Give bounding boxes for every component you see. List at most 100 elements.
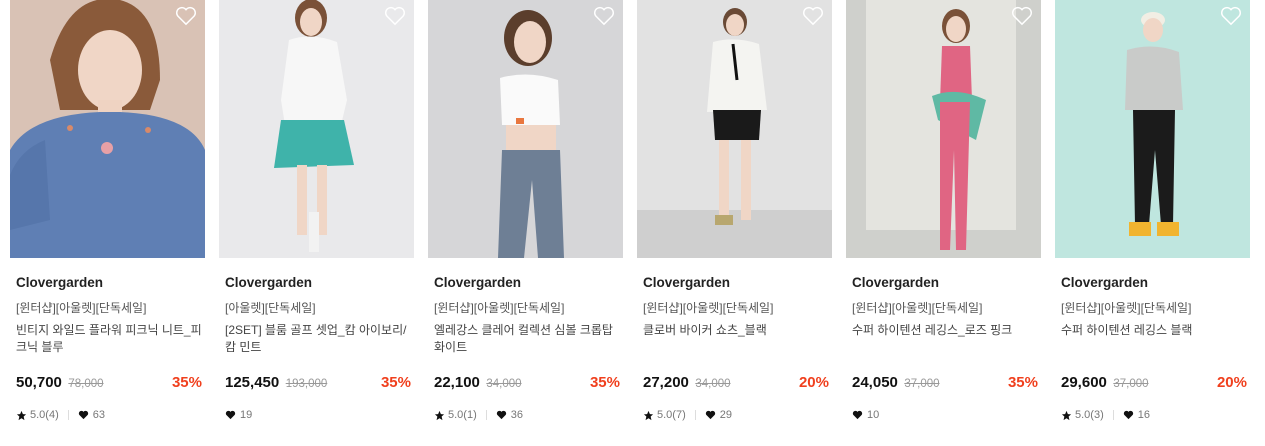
likes: 29 — [705, 409, 732, 421]
original-price: 34,000 — [695, 378, 731, 390]
product-image[interactable] — [428, 0, 623, 258]
promo-tags: [윈터샵][아울렛][단독세일] — [1061, 301, 1192, 315]
rating-value: 5.0(3) — [1075, 409, 1104, 421]
review-meta: 5.0(1) 36 — [434, 409, 523, 421]
discount-rate: 35% — [1007, 374, 1038, 391]
review-meta: 5.0(7) 29 — [643, 409, 732, 421]
sale-price: 125,450 — [225, 374, 280, 391]
product-photo — [846, 0, 1041, 258]
heart-icon — [496, 410, 506, 420]
wishlist-heart-icon[interactable] — [384, 6, 406, 26]
product-card[interactable]: Clovergarden [윈터샵][아울렛][단독세일] 수퍼 하이텐션 레깅… — [1055, 0, 1250, 446]
heart-icon — [705, 410, 715, 420]
wishlist-heart-icon[interactable] — [175, 6, 197, 26]
product-title[interactable]: 수퍼 하이텐션 레깅스_로즈 핑크 — [852, 322, 1038, 339]
likes: 63 — [78, 409, 105, 421]
product-photo — [1055, 0, 1250, 258]
brand-name: Clovergarden — [434, 275, 522, 290]
brand-name: Clovergarden — [643, 275, 731, 290]
rating: 5.0(4) — [16, 409, 59, 421]
original-price: 37,000 — [904, 378, 940, 390]
product-title[interactable]: 빈티지 와일드 플라워 피크닉 니트_피크닉 블루 — [16, 322, 202, 356]
product-image[interactable] — [219, 0, 414, 258]
price-row: 50,700 78,000 35% — [16, 374, 202, 394]
price-row: 22,100 34,000 35% — [434, 374, 620, 394]
likes-count: 36 — [510, 409, 523, 421]
rating: 5.0(1) — [434, 409, 477, 421]
product-card[interactable]: Clovergarden [윈터샵][아울렛][단독세일] 빈티지 와일드 플라… — [10, 0, 205, 446]
promo-tags: [윈터샵][아울렛][단독세일] — [643, 301, 774, 315]
heart-icon — [225, 410, 236, 420]
sale-price: 27,200 — [643, 374, 689, 391]
review-meta: 5.0(3) 16 — [1061, 409, 1150, 421]
star-icon — [643, 410, 654, 420]
price-row: 24,050 37,000 35% — [852, 374, 1038, 394]
wishlist-heart-icon[interactable] — [1220, 6, 1242, 26]
product-photo — [10, 0, 205, 258]
sale-price: 24,050 — [852, 374, 898, 391]
product-image[interactable] — [637, 0, 832, 258]
likes-count: 29 — [719, 409, 732, 421]
rating: 5.0(3) — [1061, 409, 1104, 421]
product-photo — [428, 0, 623, 258]
price-row: 29,600 37,000 20% — [1061, 374, 1247, 394]
price-row: 27,200 34,000 20% — [643, 374, 829, 394]
divider — [67, 410, 69, 420]
heart-icon — [852, 410, 863, 420]
product-title[interactable]: 수퍼 하이텐션 레깅스 블랙 — [1061, 322, 1247, 339]
original-price: 34,000 — [486, 378, 522, 390]
product-card[interactable]: Clovergarden [아울렛][단독세일] [2SET] 블룸 골프 셋업… — [219, 0, 414, 446]
product-title[interactable]: [2SET] 블룸 골프 셋업_캄 아이보리/캄 민트 — [225, 322, 411, 356]
product-grid: Clovergarden [윈터샵][아울렛][단독세일] 빈티지 와일드 플라… — [0, 0, 1265, 446]
promo-tags: [윈터샵][아울렛][단독세일] — [16, 301, 147, 315]
review-meta: 10 — [852, 409, 879, 421]
discount-rate: 35% — [171, 374, 202, 391]
brand-name: Clovergarden — [1061, 275, 1149, 290]
rating-value: 5.0(4) — [30, 409, 59, 421]
discount-rate: 20% — [1216, 374, 1247, 391]
product-photo — [219, 0, 414, 258]
likes: 19 — [225, 409, 252, 421]
likes: 10 — [852, 409, 879, 421]
discount-rate: 35% — [380, 374, 411, 391]
sale-price: 50,700 — [16, 374, 62, 391]
promo-tags: [윈터샵][아울렛][단독세일] — [852, 301, 983, 315]
product-title[interactable]: 엘레강스 클레어 컬렉션 심볼 크롭탑 화이트 — [434, 322, 620, 356]
likes-count: 10 — [867, 409, 880, 421]
likes-count: 63 — [92, 409, 105, 421]
original-price: 193,000 — [285, 378, 328, 390]
wishlist-heart-icon[interactable] — [802, 6, 824, 26]
original-price: 78,000 — [68, 378, 104, 390]
likes: 36 — [496, 409, 523, 421]
review-meta: 19 — [225, 409, 252, 421]
price-row: 125,450 193,000 35% — [225, 374, 411, 394]
brand-name: Clovergarden — [16, 275, 104, 290]
product-photo — [637, 0, 832, 258]
promo-tags: [아울렛][단독세일] — [225, 301, 316, 315]
product-card[interactable]: Clovergarden [윈터샵][아울렛][단독세일] 클로버 바이커 쇼츠… — [637, 0, 832, 446]
sale-price: 29,600 — [1061, 374, 1107, 391]
product-card[interactable]: Clovergarden [윈터샵][아울렛][단독세일] 엘레강스 클레어 컬… — [428, 0, 623, 446]
brand-name: Clovergarden — [225, 275, 313, 290]
heart-icon — [78, 410, 88, 420]
rating-value: 5.0(1) — [448, 409, 477, 421]
product-image[interactable] — [1055, 0, 1250, 258]
product-title[interactable]: 클로버 바이커 쇼츠_블랙 — [643, 322, 829, 339]
star-icon — [434, 410, 445, 420]
star-icon — [16, 410, 27, 420]
brand-name: Clovergarden — [852, 275, 940, 290]
product-card[interactable]: Clovergarden [윈터샵][아울렛][단독세일] 수퍼 하이텐션 레깅… — [846, 0, 1041, 446]
heart-icon — [1123, 410, 1133, 420]
product-image[interactable] — [846, 0, 1041, 258]
wishlist-heart-icon[interactable] — [593, 6, 615, 26]
rating: 5.0(7) — [643, 409, 686, 421]
review-meta: 5.0(4) 63 — [16, 409, 105, 421]
divider — [485, 410, 487, 420]
rating-value: 5.0(7) — [657, 409, 686, 421]
likes-count: 16 — [1137, 409, 1150, 421]
product-image[interactable] — [10, 0, 205, 258]
likes-count: 19 — [240, 409, 253, 421]
discount-rate: 35% — [589, 374, 620, 391]
sale-price: 22,100 — [434, 374, 480, 391]
wishlist-heart-icon[interactable] — [1011, 6, 1033, 26]
